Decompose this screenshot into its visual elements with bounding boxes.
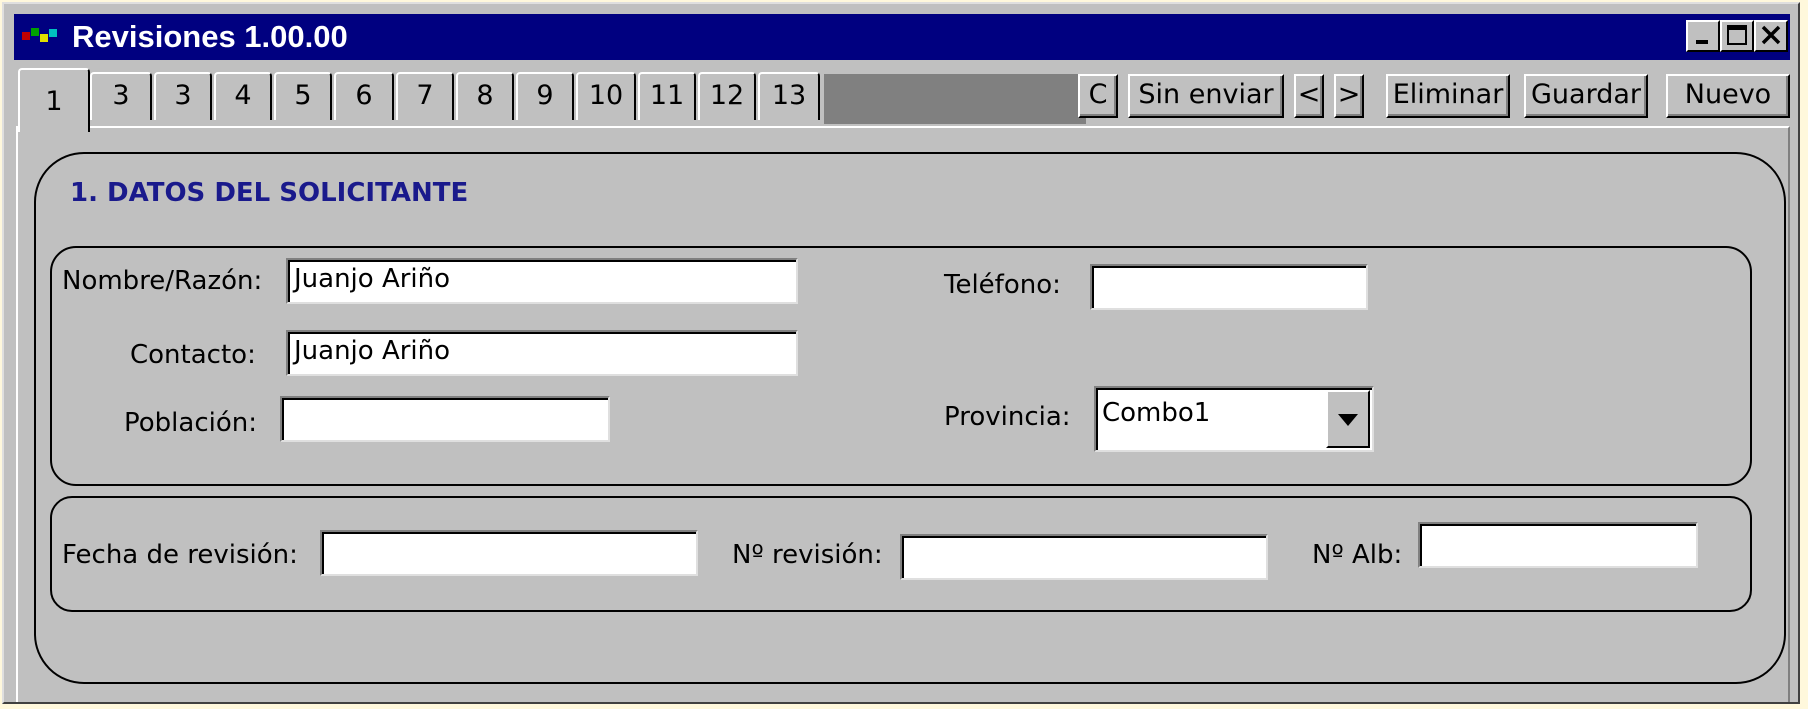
tab-11[interactable]: 11 (638, 72, 696, 120)
num-alb-field[interactable] (1418, 522, 1698, 568)
tab-6[interactable]: 6 (334, 72, 394, 120)
guardar-button[interactable]: Guardar (1524, 74, 1648, 118)
minimize-button[interactable] (1686, 20, 1720, 52)
window-title: Revisiones 1.00.00 (72, 19, 348, 54)
tab-9[interactable]: 9 (516, 72, 574, 120)
num-revision-label: Nº revisión: (732, 540, 883, 570)
app-window: Revisiones 1.00.00 1 3 3 4 5 6 7 8 9 10 11 12 13 C S… (2, 2, 1800, 704)
provincia-value: Combo1 (1102, 398, 1211, 428)
nuevo-button[interactable]: Nuevo (1666, 74, 1790, 118)
fecha-label: Fecha de revisión: (62, 540, 298, 570)
num-revision-field[interactable] (900, 534, 1268, 580)
close-button[interactable] (1754, 20, 1788, 52)
eliminar-button[interactable]: Eliminar (1386, 74, 1510, 118)
c-button[interactable]: C (1078, 74, 1118, 118)
title-bar[interactable]: Revisiones 1.00.00 (14, 14, 1790, 60)
provincia-dropdown-button[interactable] (1326, 390, 1370, 448)
close-icon (1761, 25, 1781, 45)
num-alb-label: Nº Alb: (1312, 540, 1403, 570)
tab-2[interactable]: 3 (90, 72, 152, 120)
fecha-field[interactable] (320, 530, 698, 576)
app-icon (22, 28, 57, 42)
next-button[interactable]: > (1334, 74, 1364, 118)
sin-enviar-button[interactable]: Sin enviar (1128, 74, 1284, 118)
poblacion-field[interactable] (280, 396, 610, 442)
chevron-down-icon (1338, 414, 1358, 426)
tab-strip-background (824, 74, 1086, 124)
tab-5[interactable]: 5 (274, 72, 332, 120)
tab-10[interactable]: 10 (576, 72, 636, 120)
maximize-icon (1727, 25, 1747, 45)
tab-1[interactable]: 1 (18, 68, 90, 132)
contacto-label: Contacto: (130, 340, 256, 370)
nombre-field[interactable]: Juanjo Ariño (286, 258, 798, 304)
tab-3[interactable]: 3 (154, 72, 212, 120)
tab-13[interactable]: 13 (758, 72, 820, 120)
nombre-label: Nombre/Razón: (62, 266, 263, 296)
previous-button[interactable]: < (1294, 74, 1324, 118)
tab-8[interactable]: 8 (456, 72, 514, 120)
telefono-label: Teléfono: (944, 270, 1061, 300)
poblacion-label: Población: (124, 408, 257, 438)
telefono-field[interactable] (1090, 264, 1368, 310)
maximize-button[interactable] (1720, 20, 1754, 52)
contacto-field[interactable]: Juanjo Ariño (286, 330, 798, 376)
tab-4[interactable]: 4 (214, 72, 272, 120)
tab-12[interactable]: 12 (698, 72, 756, 120)
minimize-icon (1696, 40, 1708, 44)
tab-7[interactable]: 7 (396, 72, 454, 120)
provincia-combo[interactable]: Combo1 (1094, 386, 1374, 452)
section-title: 1. DATOS DEL SOLICITANTE (70, 178, 469, 208)
provincia-label: Provincia: (944, 402, 1071, 432)
